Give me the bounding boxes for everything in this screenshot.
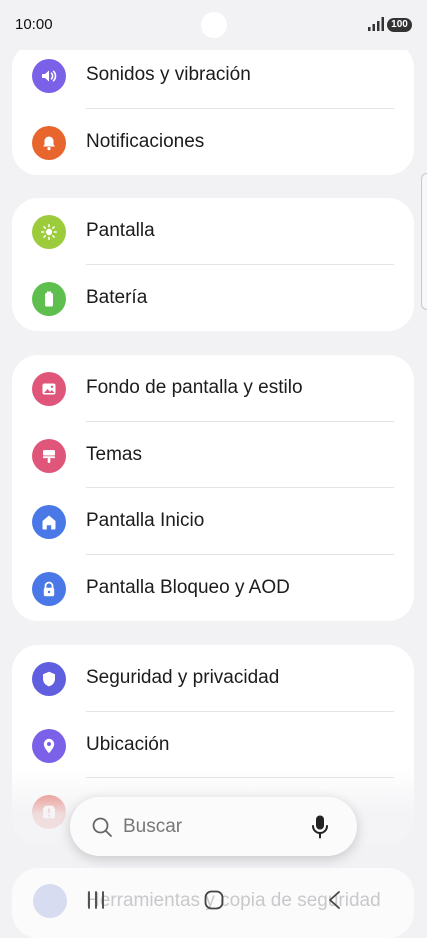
signal-icon (368, 17, 384, 31)
speaker-icon (32, 59, 66, 93)
settings-item-location[interactable]: Ubicación (12, 712, 414, 778)
settings-item-label: Pantalla Inicio (86, 510, 205, 531)
settings-group-appearance: Fondo de pantalla y estilo Temas Pantall… (12, 355, 414, 621)
settings-item-home-screen[interactable]: Pantalla Inicio (12, 488, 414, 555)
home-icon (32, 505, 66, 539)
bell-icon (32, 125, 66, 160)
status-time: 10:00 (15, 16, 53, 33)
settings-item-label: Fondo de pantalla y estilo (86, 377, 303, 398)
battery-indicator: 100 (387, 18, 412, 32)
settings-item-battery[interactable]: Batería (12, 265, 414, 332)
settings-item-label: Seguridad y privacidad (86, 667, 280, 688)
settings-item-label: Temas (86, 443, 142, 465)
settings-item-label: Batería (86, 286, 148, 308)
settings-item-themes[interactable]: Temas (12, 422, 414, 488)
search-input[interactable]: Buscar (123, 816, 182, 838)
settings-item-display[interactable]: Pantalla (12, 198, 414, 265)
settings-item-security[interactable]: Seguridad y privacidad (12, 645, 414, 712)
settings-item-label: Pantalla (86, 220, 155, 241)
settings-item-notifications[interactable]: Notificaciones (12, 109, 414, 176)
search-bar[interactable]: Buscar (70, 797, 357, 856)
home-button-icon[interactable] (203, 889, 225, 911)
sun-icon (32, 215, 66, 249)
settings-item-label: Notificaciones (86, 130, 205, 152)
microphone-icon[interactable] (310, 814, 330, 840)
navigation-bar (0, 876, 427, 926)
settings-item-label: Pantalla Bloqueo y AOD (86, 576, 290, 598)
shield-icon (32, 662, 66, 696)
search-icon (92, 817, 112, 837)
scroll-indicator[interactable] (421, 173, 427, 310)
brush-icon (32, 438, 66, 473)
settings-group-display: Pantalla Batería (12, 198, 414, 331)
battery-icon (32, 281, 66, 316)
settings-item-wallpaper[interactable]: Fondo de pantalla y estilo (12, 355, 414, 422)
status-bar: 10:00 100 (0, 0, 427, 50)
location-pin-icon (32, 728, 66, 763)
settings-item-label: Ubicación (86, 733, 170, 755)
lock-icon (32, 571, 66, 606)
settings-item-label: Sonidos y vibración (86, 64, 251, 85)
front-camera (201, 12, 227, 38)
image-icon (32, 372, 66, 406)
settings-item-sounds[interactable]: Sonidos y vibración (12, 42, 414, 109)
settings-item-lock-screen[interactable]: Pantalla Bloqueo y AOD (12, 555, 414, 622)
settings-group-sound: Sonidos y vibración Notificaciones (12, 42, 414, 175)
back-icon[interactable] (326, 890, 344, 910)
recent-apps-icon[interactable] (86, 890, 106, 910)
